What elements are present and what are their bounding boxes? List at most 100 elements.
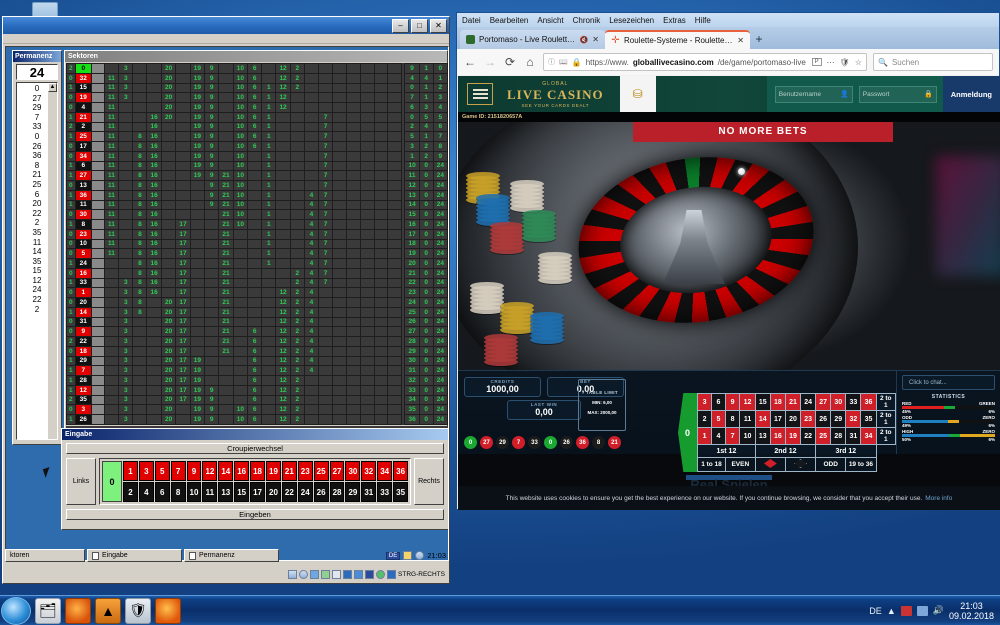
firefox-menu-datei[interactable]: Datei (462, 16, 481, 25)
login-button[interactable]: Anmeldung (942, 76, 1000, 112)
firefox-menubar[interactable]: Datei Bearbeiten Ansicht Chronik Lesezeichen… (457, 13, 999, 27)
firefox-tabstrip[interactable]: Portomaso - Live Roulette - 🔇 ✕ ✛ Roulet… (457, 27, 999, 49)
sektoren-frame[interactable]: Sektoren 2 0 3 20 19 9 10 6 12 2 0 32 11 3 20 19 9 10 6 12 2… (64, 50, 448, 439)
game-hud[interactable]: CREDITS 1000,00 BET 0,00 LAST WIN 0,00 T… (458, 370, 1000, 472)
reader-icon[interactable]: 📖 (559, 58, 568, 66)
bet-cell-7[interactable]: 7 (724, 427, 741, 445)
number-button-17[interactable]: 17 (250, 482, 266, 502)
eingabe-frame[interactable]: Eingabe Croupierwechsel Links 0 12345678… (61, 428, 448, 530)
firefox-menu-extras[interactable]: Extras (663, 16, 686, 25)
bet-cell-19[interactable]: 19 (784, 427, 802, 445)
bet-cell-28[interactable]: 28 (830, 427, 847, 445)
bet-cell-12[interactable]: 12 (739, 393, 756, 411)
scroll-up-icon[interactable]: ▲ (48, 83, 57, 92)
roulette-numberpad[interactable]: 0 1 2 3 4 5 6 7 8 9 10 12 11 14 13 16 15 18 17 19 20 21 22 23 2… (99, 458, 411, 505)
tray-icon-6[interactable] (343, 570, 353, 579)
last-number-bubble[interactable]: 29 (496, 436, 509, 449)
number-button-23[interactable]: 23 (297, 461, 313, 481)
outside-bet-19-to-36[interactable]: 19 to 36 (845, 457, 877, 472)
pocket-icon[interactable]: P (811, 58, 822, 66)
number-button-26[interactable]: 26 (313, 482, 329, 502)
firefox-icon-2[interactable] (155, 597, 181, 624)
vlc-icon[interactable]: ▲ (95, 597, 121, 624)
status-task-sektoren[interactable]: ktoren (5, 549, 85, 562)
outside-bet-odd[interactable]: ODD (815, 457, 847, 472)
shield-icon-taskbar[interactable]: 🛡 (125, 597, 151, 624)
ellipsis-icon[interactable]: ⋯ (827, 58, 835, 67)
bet-cell-31[interactable]: 31 (845, 427, 862, 445)
search-bar[interactable]: 🔍 Suchen (873, 53, 993, 71)
number-button-15[interactable]: 15 (234, 482, 250, 502)
bet-cell-8[interactable]: 8 (724, 410, 741, 428)
column-bet-1[interactable]: 2 to 1 (875, 393, 897, 411)
outside-bet-1-to-18[interactable]: 1 to 18 (697, 457, 726, 472)
bet-cell-35[interactable]: 35 (860, 410, 877, 428)
last-number-bubble[interactable]: 7 (512, 436, 525, 449)
back-icon[interactable]: ← (463, 55, 477, 69)
column-bet-2[interactable]: 2 to 1 (875, 410, 897, 428)
firefox-menu-ansicht[interactable]: Ansicht (537, 16, 563, 25)
bet-cell-22[interactable]: 22 (800, 427, 817, 445)
red-diamond-icon[interactable] (754, 457, 786, 472)
maximize-button[interactable]: □ (411, 18, 428, 33)
tray-icon-4[interactable] (321, 570, 331, 579)
number-button-33[interactable]: 33 (377, 482, 393, 502)
info-icon[interactable]: ⓘ (548, 57, 555, 67)
number-button-19[interactable]: 19 (266, 461, 281, 481)
cookie-more-info-link[interactable]: More info (925, 495, 952, 502)
bet-cell-23[interactable]: 23 (800, 410, 817, 428)
firefox-window[interactable]: Datei Bearbeiten Ansicht Chronik Lesezeichen… (456, 12, 1000, 510)
tray-icon-10[interactable] (387, 570, 397, 579)
bet-cell-6[interactable]: 6 (710, 393, 726, 411)
tray-error-icon[interactable] (900, 605, 912, 616)
language-badge[interactable]: DE (385, 551, 401, 560)
number-button-27[interactable]: 27 (329, 461, 345, 481)
forward-icon[interactable]: → (483, 55, 497, 69)
bet-cell-32[interactable]: 32 (845, 410, 862, 428)
tray-overflow-icon[interactable]: ▲ (887, 606, 896, 616)
bet-cell-25[interactable]: 25 (815, 427, 832, 445)
number-button-21[interactable]: 21 (281, 461, 297, 481)
app-menubar[interactable] (3, 34, 449, 44)
number-button-29[interactable]: 29 (345, 482, 361, 502)
tray-icon-3[interactable] (310, 570, 320, 579)
windows-taskbar[interactable]: 🗂 ▲ 🛡 DE ▲ 🔊 21:03 09.02.2018 (0, 595, 1000, 625)
number-button-13[interactable]: 13 (218, 482, 234, 502)
status-task-eingabe[interactable]: Eingabe (87, 549, 182, 562)
tray-icon-5[interactable] (332, 570, 342, 579)
bet-cell-3[interactable]: 3 (697, 393, 712, 411)
number-button-34[interactable]: 34 (377, 461, 393, 481)
tab-close-icon-0[interactable]: ✕ (592, 35, 599, 44)
firefox-menu-chronik[interactable]: Chronik (573, 16, 601, 25)
bet-cell-29[interactable]: 29 (830, 410, 847, 428)
permanenz-frame[interactable]: Permanenz 24 ▲ 0 27 29 7 33 0 26 36 8 21 25 6 20 22 2 3… (12, 50, 62, 445)
number-button-36[interactable]: 36 (393, 461, 409, 481)
number-columns[interactable]: 1 2 3 4 5 6 7 8 9 10 12 11 14 13 16 15 18 17 19 20 21 22 23 24 2… (123, 461, 409, 502)
clock-icon[interactable] (415, 551, 425, 560)
bet-cell-11[interactable]: 11 (739, 410, 756, 428)
cookie-notice[interactable]: This website uses cookies to ensure you … (458, 486, 1000, 510)
firefox-menu-bearbeiten[interactable]: Bearbeiten (490, 16, 529, 25)
tray-icon-7[interactable] (354, 570, 364, 579)
number-button-1[interactable]: 1 (123, 461, 138, 481)
chip-icon[interactable]: ⛁ (619, 76, 656, 112)
bet-table[interactable]: 3 6 9 12 15 18 21 24 27 30 33 36 2 to 1 2 5 8 11 14 17 20 23… (697, 393, 897, 472)
number-button-5[interactable]: 5 (154, 461, 170, 481)
number-button-8[interactable]: 8 (170, 482, 186, 502)
warning-icon[interactable] (403, 551, 413, 560)
number-button-12[interactable]: 12 (202, 461, 218, 481)
start-orb-icon[interactable] (1, 596, 31, 625)
speaker-mute-icon[interactable]: 🔇 (580, 36, 589, 44)
number-button-0[interactable]: 0 (102, 461, 122, 502)
column-bet-3[interactable]: 2 to 1 (875, 427, 897, 445)
bet-cell-4[interactable]: 4 (710, 427, 726, 445)
chat-input[interactable]: Click to chat... (902, 375, 995, 390)
rechts-button[interactable]: Rechts (414, 458, 444, 505)
last-number-bubble[interactable]: 8 (592, 436, 605, 449)
app-titlebar[interactable]: – □ ✕ (3, 17, 449, 34)
minimize-button[interactable]: – (392, 18, 409, 33)
star-icon[interactable]: ☆ (855, 58, 862, 67)
tray-icon-9[interactable] (376, 570, 386, 579)
black-diamond-icon[interactable] (784, 457, 817, 472)
sektoren-table[interactable]: 2 0 3 20 19 9 10 6 12 2 0 32 11 3 20 19 9 10 6 12 2 1 15 11 3 20 1… (66, 63, 403, 425)
